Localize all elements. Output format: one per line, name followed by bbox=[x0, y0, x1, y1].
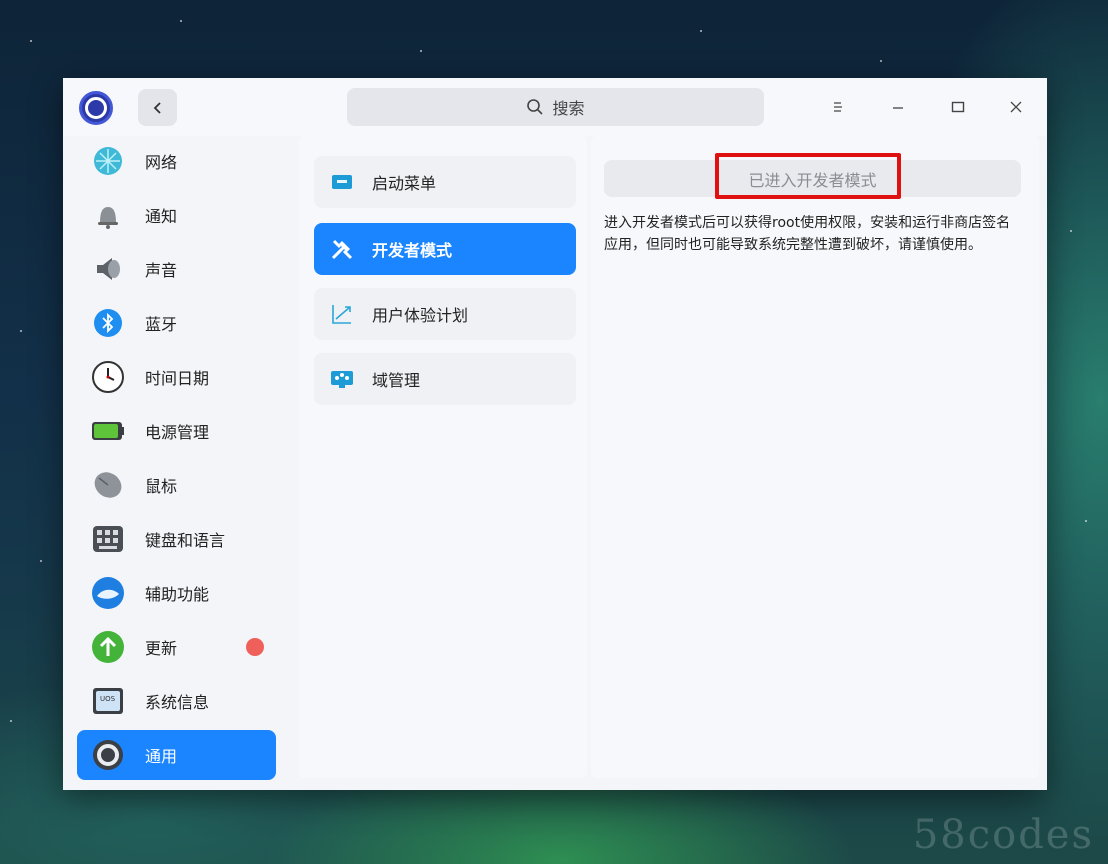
trend-chart-icon bbox=[330, 302, 354, 326]
update-badge bbox=[246, 638, 264, 656]
submenu-item-label: 开发者模式 bbox=[372, 241, 453, 260]
bell-icon bbox=[91, 198, 125, 232]
boot-menu-icon bbox=[330, 170, 354, 194]
sidebar-item-label: 通用 bbox=[145, 747, 178, 766]
submenu-item-label: 域管理 bbox=[372, 371, 421, 390]
bluetooth-icon bbox=[91, 306, 125, 340]
sidebar: 网络 通知 声音 蓝牙 时间日期 电源管理 鼠标 键盘和语言 辅助功能 更新 U… bbox=[63, 136, 291, 790]
developer-mode-description: 进入开发者模式后可以获得root使用权限，安装和运行非商店签名应用，但同时也可能… bbox=[604, 215, 1011, 253]
svg-text:UOS: UOS bbox=[100, 695, 116, 703]
sidebar-item-label: 系统信息 bbox=[145, 693, 210, 712]
submenu-item-domain-management[interactable]: 域管理 bbox=[314, 353, 576, 405]
search-placeholder: 搜索 bbox=[552, 99, 585, 118]
keyboard-icon bbox=[91, 522, 125, 556]
speaker-icon bbox=[91, 252, 125, 286]
sidebar-item-label: 电源管理 bbox=[145, 423, 210, 442]
sidebar-item-label: 声音 bbox=[145, 261, 178, 280]
sidebar-item-label: 键盘和语言 bbox=[145, 531, 226, 550]
submenu-item-label: 用户体验计划 bbox=[372, 306, 469, 325]
app-logo-icon bbox=[79, 91, 113, 125]
sidebar-item-mouse[interactable]: 鼠标 bbox=[77, 460, 276, 510]
developer-tools-icon bbox=[330, 237, 354, 261]
highlight-annotation-box bbox=[715, 153, 901, 199]
search-input[interactable]: 搜索 bbox=[347, 88, 764, 126]
minimize-button[interactable] bbox=[883, 92, 913, 122]
submenu-item-label: 启动菜单 bbox=[372, 174, 437, 193]
search-icon bbox=[527, 99, 544, 115]
minimize-icon bbox=[893, 107, 903, 109]
close-button[interactable] bbox=[1001, 92, 1031, 122]
menu-button[interactable] bbox=[823, 92, 853, 122]
sidebar-item-system-info[interactable]: UOS 系统信息 bbox=[77, 676, 276, 726]
sidebar-item-bluetooth[interactable]: 蓝牙 bbox=[77, 298, 276, 348]
sidebar-item-label: 蓝牙 bbox=[145, 315, 178, 334]
sidebar-item-notifications[interactable]: 通知 bbox=[77, 190, 276, 240]
close-icon bbox=[1010, 101, 1022, 113]
sidebar-item-network[interactable]: 网络 bbox=[77, 136, 276, 186]
domain-management-icon bbox=[330, 367, 354, 391]
sidebar-item-label: 辅助功能 bbox=[145, 585, 210, 604]
sidebar-item-label: 更新 bbox=[145, 639, 178, 658]
sidebar-item-general[interactable]: 通用 bbox=[77, 730, 276, 780]
settings-window: 搜索 网络 通知 声音 蓝牙 时间日期 电源管理 鼠标 键盘和语言 辅助功能 更… bbox=[63, 78, 1047, 790]
general-settings-icon bbox=[91, 738, 125, 772]
sidebar-item-label: 时间日期 bbox=[145, 369, 210, 388]
battery-icon bbox=[91, 414, 125, 448]
maximize-icon bbox=[951, 101, 965, 113]
mouse-icon bbox=[91, 468, 125, 502]
sidebar-item-update[interactable]: 更新 bbox=[77, 622, 276, 672]
sidebar-item-accessibility[interactable]: 辅助功能 bbox=[77, 568, 276, 618]
system-info-icon: UOS bbox=[91, 684, 125, 718]
maximize-button[interactable] bbox=[943, 92, 973, 122]
submenu-item-developer-mode[interactable]: 开发者模式 bbox=[314, 223, 576, 275]
sidebar-item-label: 鼠标 bbox=[145, 477, 178, 496]
sidebar-item-power[interactable]: 电源管理 bbox=[77, 406, 276, 456]
sidebar-item-datetime[interactable]: 时间日期 bbox=[77, 352, 276, 402]
submenu-panel: 启动菜单 开发者模式 用户体验计划 域管理 bbox=[299, 136, 587, 778]
sidebar-item-keyboard-language[interactable]: 键盘和语言 bbox=[77, 514, 276, 564]
menu-icon bbox=[834, 102, 842, 112]
developer-mode-panel: 已进入开发者模式 进入开发者模式后可以获得root使用权限，安装和运行非商店签名… bbox=[591, 136, 1039, 778]
sidebar-item-label: 通知 bbox=[145, 207, 178, 226]
title-bar: 搜索 bbox=[63, 78, 1047, 136]
network-icon bbox=[91, 144, 125, 178]
watermark-text: 58codes bbox=[912, 812, 1094, 858]
accessibility-icon bbox=[91, 576, 125, 610]
sidebar-item-label: 网络 bbox=[145, 153, 178, 172]
chevron-left-icon bbox=[153, 101, 161, 114]
update-icon bbox=[91, 630, 125, 664]
sidebar-item-sound[interactable]: 声音 bbox=[77, 244, 276, 294]
submenu-item-user-experience[interactable]: 用户体验计划 bbox=[314, 288, 576, 340]
back-button[interactable] bbox=[138, 89, 177, 126]
submenu-item-boot-menu[interactable]: 启动菜单 bbox=[314, 156, 576, 208]
clock-icon bbox=[91, 360, 125, 394]
